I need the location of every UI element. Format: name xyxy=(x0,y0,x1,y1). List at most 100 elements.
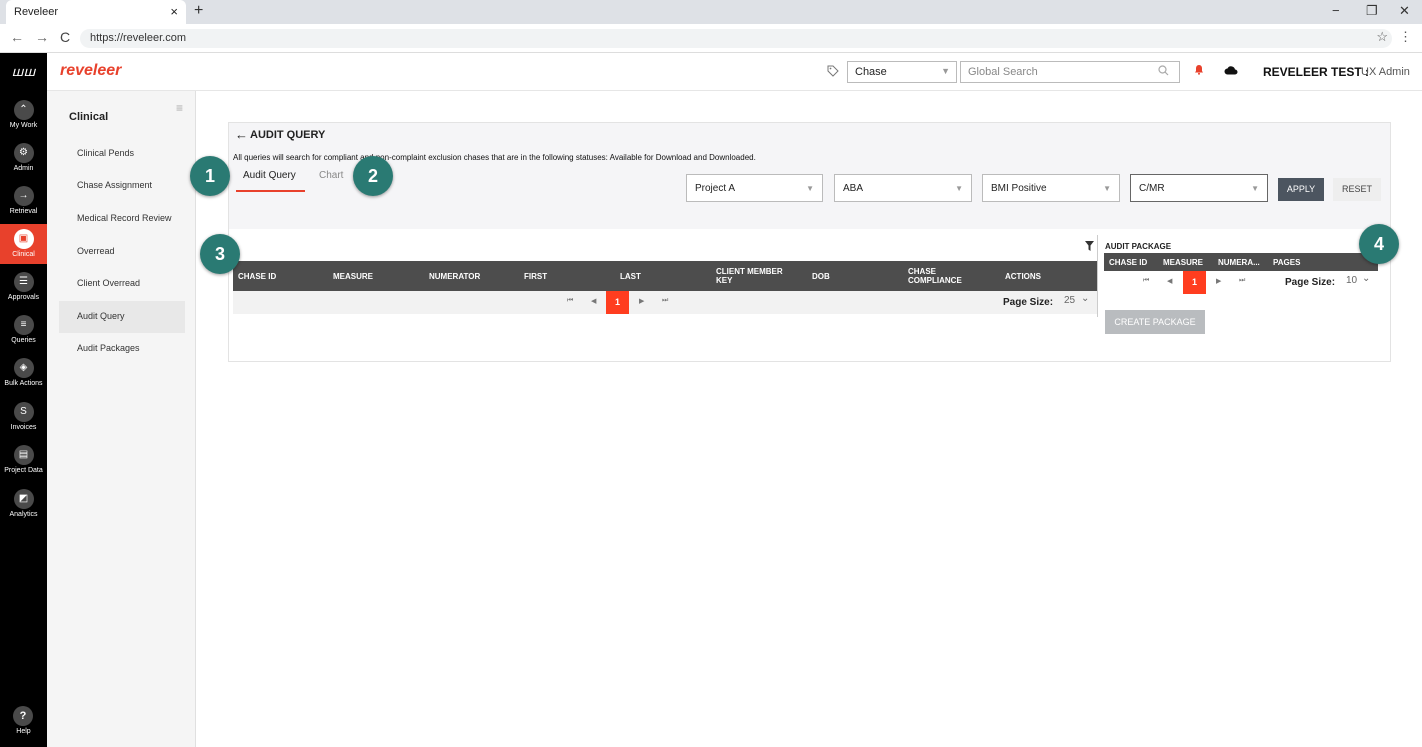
my-work-icon: ⌃ xyxy=(13,100,34,120)
chevron-down-icon: ▼ xyxy=(806,184,814,193)
tab-audit-query[interactable]: Audit Query xyxy=(243,170,296,181)
create-package-button[interactable]: CREATE PACKAGE xyxy=(1105,310,1205,334)
reload-icon[interactable]: C xyxy=(60,29,70,45)
last-page-icon[interactable]: ⏭ xyxy=(1239,277,1245,285)
next-page-icon[interactable]: ▶ xyxy=(639,297,644,305)
submenu-title: Clinical xyxy=(69,111,109,123)
prev-page-icon[interactable]: ◀ xyxy=(1167,277,1172,285)
measure-select-value: ABA xyxy=(843,183,864,194)
column-header[interactable]: PAGES xyxy=(1273,258,1300,267)
nav-item-analytics[interactable]: ◩ Analytics xyxy=(0,484,47,524)
nav-item-project-data[interactable]: ▤ Project Data xyxy=(0,440,47,480)
invoices-icon: S xyxy=(13,402,34,422)
tab-chart[interactable]: Chart xyxy=(319,170,343,181)
current-page[interactable]: 1 xyxy=(1183,271,1206,294)
apply-button[interactable]: APPLY xyxy=(1278,178,1324,201)
nav-label: Retrieval xyxy=(9,208,38,215)
project-select-value: Project A xyxy=(695,183,736,194)
minimize-icon[interactable]: − xyxy=(1332,3,1340,18)
nav-item-approvals[interactable]: ☰ Approvals xyxy=(0,267,47,307)
nav-item-clinical[interactable]: ▣ Clinical xyxy=(0,224,47,264)
chevron-down-icon: ▼ xyxy=(955,184,963,193)
address-bar[interactable]: https://reveleer.com xyxy=(80,29,1392,48)
column-header[interactable]: MEASURE xyxy=(1163,258,1203,267)
restore-icon[interactable]: ❐ xyxy=(1366,3,1378,19)
submenu-item-audit-query[interactable]: Audit Query xyxy=(59,301,185,333)
column-header[interactable]: NUMERA... xyxy=(1218,258,1260,267)
column-header[interactable]: DOB xyxy=(812,272,830,281)
logo-mark-icon: ꟺꟺ xyxy=(0,53,47,91)
numerator-select[interactable]: BMI Positive ▼ xyxy=(982,174,1120,202)
chevron-down-icon: ▼ xyxy=(1251,184,1259,193)
cloud-icon[interactable] xyxy=(1224,63,1238,78)
chevron-down-icon[interactable]: ⌄ xyxy=(1081,293,1089,304)
close-window-icon[interactable]: ✕ xyxy=(1399,3,1410,19)
chevron-down-icon: ▼ xyxy=(941,66,950,76)
audit-package-grid-header: CHASE ID MEASURE NUMERA... PAGES xyxy=(1104,253,1378,271)
page-size-value[interactable]: 25 xyxy=(1064,295,1075,306)
forward-icon[interactable]: → xyxy=(35,29,49,45)
browser-tab[interactable]: Reveleer × xyxy=(6,0,186,24)
first-page-icon[interactable]: ⏮ xyxy=(567,297,573,305)
project-select[interactable]: Project A ▼ xyxy=(686,174,823,202)
browser-tab-bar: Reveleer × + − ❐ ✕ xyxy=(0,0,1422,24)
chevron-down-icon[interactable]: ⌄ xyxy=(1362,273,1370,284)
next-page-icon[interactable]: ▶ xyxy=(1216,277,1221,285)
column-header[interactable]: MEASURE xyxy=(333,272,373,281)
column-header[interactable]: FIRST xyxy=(524,272,547,281)
back-icon[interactable]: ← xyxy=(10,29,24,45)
submenu-item-overread[interactable]: Overread xyxy=(59,236,185,268)
submenu-item-audit-packages[interactable]: Audit Packages xyxy=(59,333,185,365)
queries-icon: ≡ xyxy=(13,315,34,335)
callout-badge: 1 xyxy=(190,156,230,196)
submenu-item-chase-assignment[interactable]: Chase Assignment xyxy=(59,170,185,202)
notification-bell-icon[interactable] xyxy=(1194,64,1204,78)
column-header[interactable]: CHASE ID xyxy=(1109,258,1147,267)
nav-item-admin[interactable]: ⚙ Admin xyxy=(0,138,47,178)
query-grid-header: CHASE ID MEASURE NUMERATOR FIRST LAST CL… xyxy=(233,261,1097,291)
project-data-icon: ▤ xyxy=(13,445,34,465)
chase-type-select[interactable]: Chase ▼ xyxy=(847,61,957,83)
filter-icon[interactable] xyxy=(1085,241,1094,254)
callout-badge: 3 xyxy=(200,234,240,274)
submenu-item-client-overread[interactable]: Client Overread xyxy=(59,268,185,300)
column-header[interactable]: CLIENT MEMBER KEY xyxy=(716,267,790,285)
column-header[interactable]: CHASE COMPLIANCE xyxy=(908,267,978,285)
bookmark-star-icon[interactable]: ☆ xyxy=(1376,29,1388,45)
nav-item-queries[interactable]: ≡ Queries xyxy=(0,310,47,350)
help-icon[interactable]: ? xyxy=(13,706,33,726)
column-header[interactable]: LAST xyxy=(620,272,641,281)
submenu-item-medical-record-review[interactable]: Medical Record Review xyxy=(59,203,185,235)
compliance-select[interactable]: C/MR ▼ xyxy=(1130,174,1268,202)
nav-item-bulk-actions[interactable]: ◈ Bulk Actions xyxy=(0,353,47,393)
close-tab-icon[interactable]: × xyxy=(170,4,178,19)
nav-label: Clinical xyxy=(12,251,35,258)
global-search-input[interactable]: Global Search xyxy=(960,61,1180,83)
submenu-item-clinical-pends[interactable]: Clinical Pends xyxy=(59,138,185,170)
nav-item-my-work[interactable]: ⌃ My Work xyxy=(0,95,47,135)
nav-label: Approvals xyxy=(7,294,40,301)
column-header[interactable]: NUMERATOR xyxy=(429,272,480,281)
new-tab-icon[interactable]: + xyxy=(194,2,203,20)
page-size-label: Page Size: xyxy=(1285,277,1336,288)
query-grid-pager: ⏮ ◀ 1 ▶ ⏭ Page Size: 25 ⌄ xyxy=(233,291,1097,314)
current-page[interactable]: 1 xyxy=(606,291,629,314)
browser-menu-icon[interactable]: ⋮ xyxy=(1399,29,1412,45)
layers-icon: ◈ xyxy=(13,358,34,378)
approvals-icon: ☰ xyxy=(13,272,34,292)
prev-page-icon[interactable]: ◀ xyxy=(591,297,596,305)
search-icon xyxy=(1158,65,1169,79)
back-arrow-icon[interactable]: ← xyxy=(235,127,248,142)
nav-item-retrieval[interactable]: → Retrieval xyxy=(0,181,47,221)
hamburger-menu-icon[interactable]: ≡ xyxy=(176,101,183,115)
last-page-icon[interactable]: ⏭ xyxy=(662,297,668,305)
nav-item-invoices[interactable]: S Invoices xyxy=(0,397,47,437)
column-header[interactable]: ACTIONS xyxy=(1005,272,1041,281)
measure-select[interactable]: ABA ▼ xyxy=(834,174,972,202)
column-header[interactable]: CHASE ID xyxy=(238,272,276,281)
browser-tab-title: Reveleer xyxy=(14,6,59,18)
first-page-icon[interactable]: ⏮ xyxy=(1143,277,1149,285)
page-size-value[interactable]: 10 xyxy=(1346,275,1357,286)
user-name[interactable]: REVELEER TEST : xyxy=(1263,65,1369,79)
reset-button[interactable]: RESET xyxy=(1333,178,1381,201)
